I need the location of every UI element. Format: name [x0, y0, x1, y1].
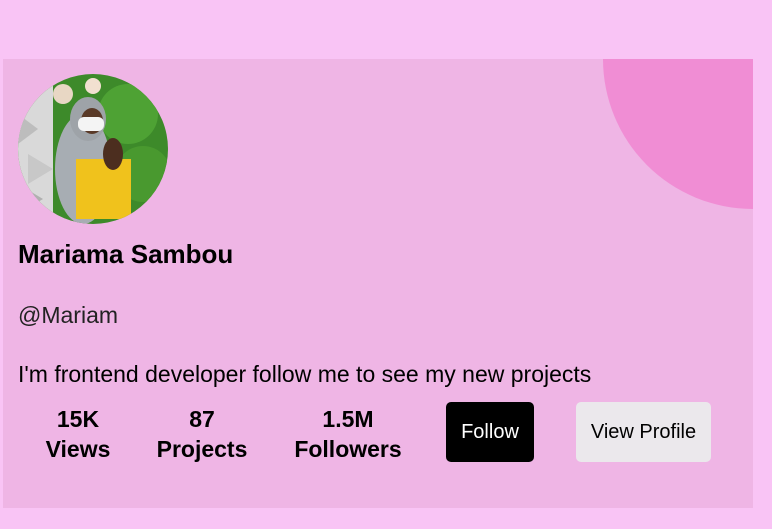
profile-bio: I'm frontend developer follow me to see …	[18, 361, 592, 387]
follow-button[interactable]: Follow	[446, 402, 534, 462]
stat-value: 87	[189, 406, 215, 432]
corner-decoration	[603, 59, 753, 209]
stat-value: 15K	[56, 406, 100, 432]
stat-followers: 1.5M Followers	[284, 405, 412, 465]
profile-handle: @Mariam	[18, 302, 119, 328]
avatar-image	[18, 74, 168, 224]
profile-name: Mariama Sambou	[18, 239, 234, 269]
view-profile-button[interactable]: View Profile	[576, 402, 711, 462]
stat-value: 1.5M	[322, 406, 374, 432]
stat-views: 15K Views	[38, 405, 118, 465]
stat-label: Followers	[294, 436, 402, 462]
stat-label: Views	[45, 436, 111, 462]
avatar	[18, 74, 168, 224]
stat-label: Projects	[156, 436, 248, 462]
profile-card: Mariama Sambou @Mariam I'm frontend deve…	[3, 59, 753, 508]
stat-projects: 87 Projects	[147, 405, 257, 465]
